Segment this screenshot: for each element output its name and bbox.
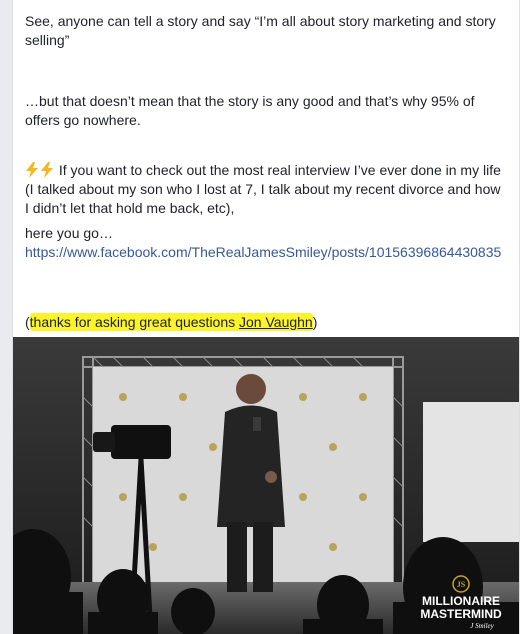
- thanks-text: thanks for asking great questions: [29, 314, 240, 330]
- lightning-bolt-icon: [25, 162, 39, 178]
- facebook-post: See, anyone can tell a story and say “I’…: [12, 0, 520, 634]
- post-text: See, anyone can tell a story and say “I’…: [13, 0, 519, 332]
- highlighted-text: thanks for asking great questions Jon Va…: [29, 313, 313, 331]
- paren-close: ): [312, 314, 318, 330]
- logo-line1: MILLIONAIRE: [422, 594, 500, 608]
- post-paragraph: If you want to check out the most real i…: [25, 161, 507, 218]
- thanks-line: (thanks for asking great questions Jon V…: [25, 313, 507, 332]
- mention-jon-vaughn[interactable]: Jon Vaughn: [239, 314, 313, 330]
- post-paragraph: here you go…: [25, 225, 113, 241]
- post-link[interactable]: https://www.facebook.com/TheRealJamesSmi…: [25, 243, 507, 262]
- lightning-bolt-icon: [40, 162, 54, 178]
- post-paragraph: See, anyone can tell a story and say “I’…: [25, 13, 496, 48]
- logo-line2: MASTERMIND: [420, 607, 502, 621]
- logo-initials: JS: [457, 580, 466, 589]
- post-paragraph-text: If you want to check out the most real i…: [25, 162, 501, 216]
- millionaire-mastermind-logo: JS MILLIONAIRE MASTERMIND J Smiley: [420, 575, 502, 630]
- post-paragraph: …but that doesn’t mean that the story is…: [25, 93, 475, 128]
- logo-signature: J Smiley: [470, 622, 494, 630]
